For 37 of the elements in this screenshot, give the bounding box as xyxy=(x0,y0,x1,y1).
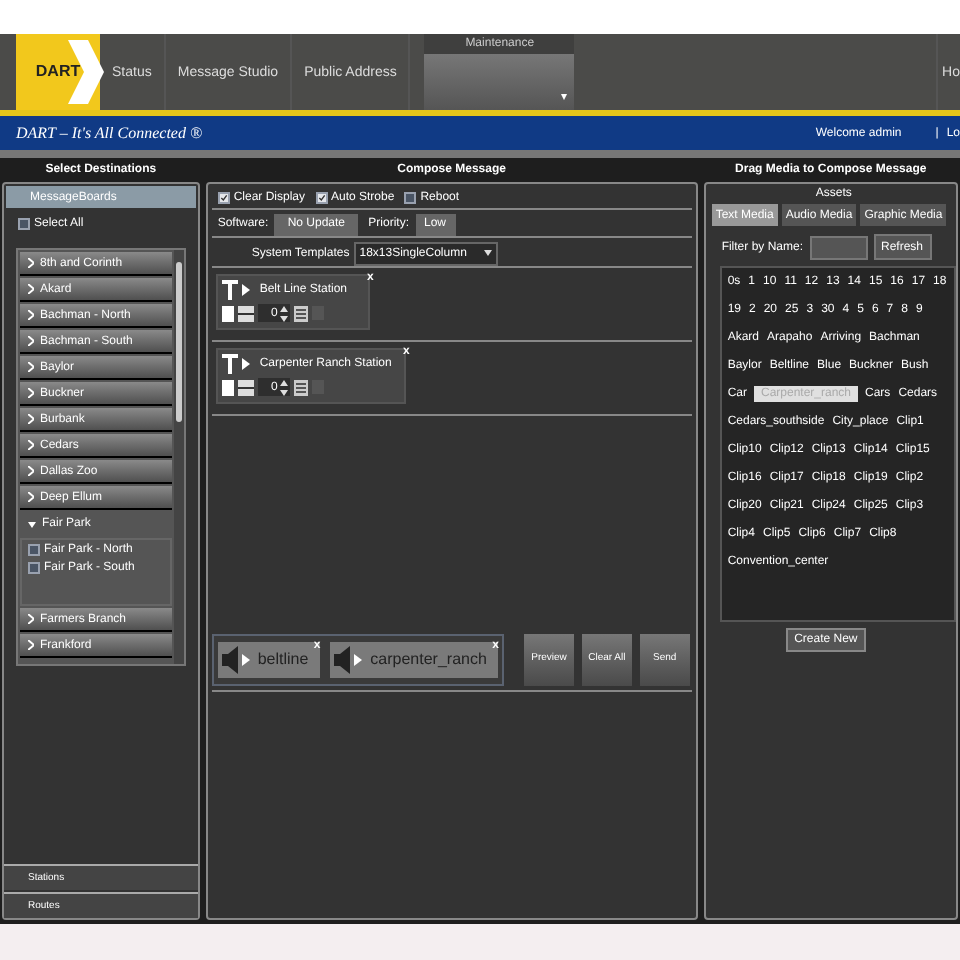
checkbox[interactable] xyxy=(315,192,327,204)
select-all-checkbox[interactable] xyxy=(18,218,30,230)
spinner-arrows-icon xyxy=(279,305,288,321)
audio-label: carpenter_ranch xyxy=(370,651,487,667)
speaker-icon xyxy=(334,645,351,673)
caret-icon xyxy=(483,250,492,256)
checkbox[interactable] xyxy=(28,544,40,556)
align-icon xyxy=(237,305,254,321)
expand-icon xyxy=(28,466,34,476)
page-icon xyxy=(221,379,234,395)
expand-icon xyxy=(28,284,34,294)
expand-icon xyxy=(28,614,34,624)
checkbox[interactable] xyxy=(404,192,417,204)
filter-field[interactable] xyxy=(809,235,867,259)
expand-icon xyxy=(28,388,34,398)
expand-icon xyxy=(28,310,34,320)
audio-label: beltline xyxy=(257,651,309,667)
expand-icon xyxy=(28,258,34,268)
checkbox[interactable] xyxy=(28,562,40,574)
align-icon xyxy=(237,379,254,395)
list-icon xyxy=(293,379,308,395)
spinner-arrows-icon xyxy=(279,379,288,395)
expand-icon xyxy=(28,492,34,502)
expand-icon xyxy=(28,414,34,424)
collapse-icon xyxy=(28,521,36,527)
expand-icon xyxy=(28,640,34,650)
page-icon xyxy=(221,305,234,321)
resize-handle[interactable] xyxy=(311,306,324,320)
logo-text: DART xyxy=(35,64,81,80)
expand-icon xyxy=(28,440,34,450)
expand-icon xyxy=(28,336,34,346)
list-icon xyxy=(293,305,308,321)
speaker-icon xyxy=(221,645,238,673)
expand-icon xyxy=(28,362,34,372)
resize-handle[interactable] xyxy=(311,380,324,394)
banner-title: DART – It's All Connected ® xyxy=(16,125,203,141)
checkbox[interactable] xyxy=(217,192,230,204)
